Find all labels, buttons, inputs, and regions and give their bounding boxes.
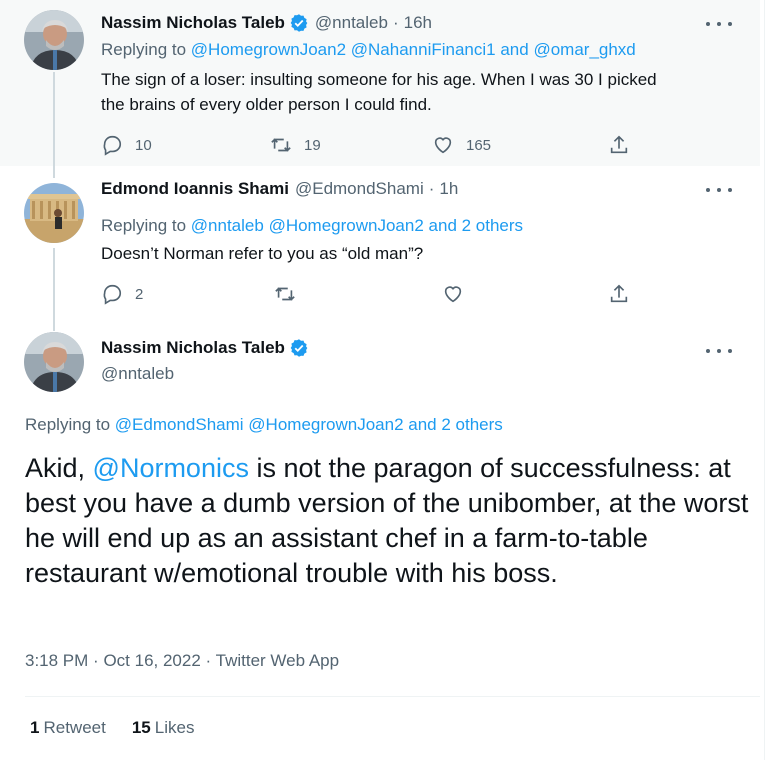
mention-link[interactable]: @Normonics: [93, 453, 249, 483]
more-icon[interactable]: [706, 341, 732, 361]
avatar[interactable]: [24, 183, 84, 243]
thread-line: [53, 166, 55, 178]
share-icon: [610, 135, 628, 154]
tweet-header: Nassim Nicholas Taleb: [101, 338, 309, 358]
mention-link[interactable]: @EdmondShami: [115, 415, 244, 434]
focused-tweet: Nassim Nicholas Taleb @nntaleb Replying …: [0, 319, 760, 760]
timestamp[interactable]: 16h: [404, 13, 432, 33]
author-handle[interactable]: @nntaleb: [101, 364, 174, 384]
separator: ·: [93, 651, 99, 670]
tweet-text: The sign of a loser: insulting someone f…: [101, 67, 741, 117]
share-icon: [610, 284, 628, 303]
like-icon: [434, 137, 452, 154]
more-icon[interactable]: [706, 180, 732, 200]
replying-and[interactable]: and 2 others: [408, 415, 503, 434]
tweet-date[interactable]: Oct 16, 2022: [103, 651, 200, 670]
retweet-button[interactable]: [274, 282, 296, 306]
tweet-2[interactable]: Edmond Ioannis Shami @EdmondShami · 1h R…: [0, 166, 760, 319]
author-handle[interactable]: @EdmondShami: [295, 179, 424, 199]
author-name[interactable]: Edmond Ioannis Shami: [101, 179, 289, 199]
verified-badge-icon: [290, 339, 308, 357]
tweet-text: Akid, @Normonics is not the paragon of s…: [25, 451, 750, 591]
divider: [25, 696, 760, 697]
like-label: Likes: [154, 718, 195, 737]
tweet-stats: 1 Retweet 15 Likes: [30, 718, 220, 738]
retweet-count: 1: [30, 718, 40, 737]
retweet-count: 19: [304, 136, 321, 154]
retweets-stat[interactable]: 1 Retweet: [30, 718, 106, 738]
more-icon[interactable]: [706, 14, 732, 34]
retweet-icon: [271, 138, 291, 152]
retweet-label: Retweet: [43, 718, 106, 737]
mention-link[interactable]: @nntaleb: [191, 216, 264, 235]
tweet-thread: Nassim Nicholas Taleb @nntaleb · 16h Rep…: [0, 0, 765, 760]
mention-link[interactable]: @HomegrownJoan2: [269, 216, 424, 235]
separator: ·: [205, 651, 212, 670]
verified-badge-icon: [290, 14, 308, 32]
separator: ·: [428, 179, 435, 198]
tweet-header: Nassim Nicholas Taleb @nntaleb · 16h: [101, 10, 432, 36]
like-icon: [444, 286, 462, 303]
like-button[interactable]: 165: [432, 133, 491, 157]
reply-icon: [103, 135, 122, 156]
tweet-text-line: The sign of a loser: insulting someone f…: [101, 70, 657, 89]
mention-link[interactable]: @omar_ghxd: [533, 40, 635, 59]
reply-count: 2: [135, 285, 144, 303]
avatar[interactable]: [24, 10, 84, 70]
author-name[interactable]: Nassim Nicholas Taleb: [101, 338, 285, 358]
replying-prefix: Replying to: [25, 415, 111, 434]
replying-to: Replying to @nntaleb @HomegrownJoan2 and…: [101, 216, 523, 236]
reply-count: 10: [135, 136, 152, 154]
separator: ·: [392, 13, 399, 32]
reply-icon: [103, 284, 122, 305]
reply-button[interactable]: 10: [101, 133, 152, 157]
tweet-text: Doesn’t Norman refer to you as “old man”…: [101, 244, 424, 263]
replying-to: Replying to @HomegrownJoan2 @NahanniFina…: [101, 40, 636, 60]
avatar[interactable]: [24, 332, 84, 392]
replying-and[interactable]: and: [500, 40, 528, 59]
timestamp[interactable]: 1h: [439, 179, 458, 199]
author-name[interactable]: Nassim Nicholas Taleb: [101, 13, 285, 33]
share-button[interactable]: [608, 133, 630, 157]
tweet-header: Edmond Ioannis Shami @EdmondShami · 1h: [101, 176, 458, 202]
likes-stat[interactable]: 15 Likes: [132, 718, 195, 738]
replying-prefix: Replying to: [101, 40, 187, 59]
mention-link[interactable]: @HomegrownJoan2: [191, 40, 346, 59]
tweet-source[interactable]: Twitter Web App: [216, 651, 339, 670]
replying-and[interactable]: and 2 others: [429, 216, 524, 235]
mention-link[interactable]: @HomegrownJoan2: [248, 415, 403, 434]
reply-button[interactable]: 2: [101, 282, 143, 306]
thread-line: [53, 72, 55, 166]
replying-to: Replying to @EdmondShami @HomegrownJoan2…: [25, 415, 503, 435]
thread-line: [53, 319, 55, 331]
tweet-text-part: Akid,: [25, 453, 93, 483]
thread-line: [53, 248, 55, 319]
replying-prefix: Replying to: [101, 216, 187, 235]
tweet-time[interactable]: 3:18 PM: [25, 651, 88, 670]
tweet-1[interactable]: Nassim Nicholas Taleb @nntaleb · 16h Rep…: [0, 0, 760, 166]
like-button[interactable]: [442, 282, 464, 306]
tweet-meta: 3:18 PM · Oct 16, 2022 · Twitter Web App: [25, 651, 339, 671]
like-count: 165: [466, 136, 492, 154]
like-count: 15: [131, 718, 151, 737]
share-button[interactable]: [608, 282, 630, 306]
retweet-button[interactable]: 19: [270, 133, 321, 157]
mention-link[interactable]: @NahanniFinanci1: [351, 40, 496, 59]
retweet-icon: [275, 287, 295, 301]
author-handle[interactable]: @nntaleb: [315, 13, 388, 33]
tweet-text-line: the brains of every older person I could…: [101, 95, 432, 114]
